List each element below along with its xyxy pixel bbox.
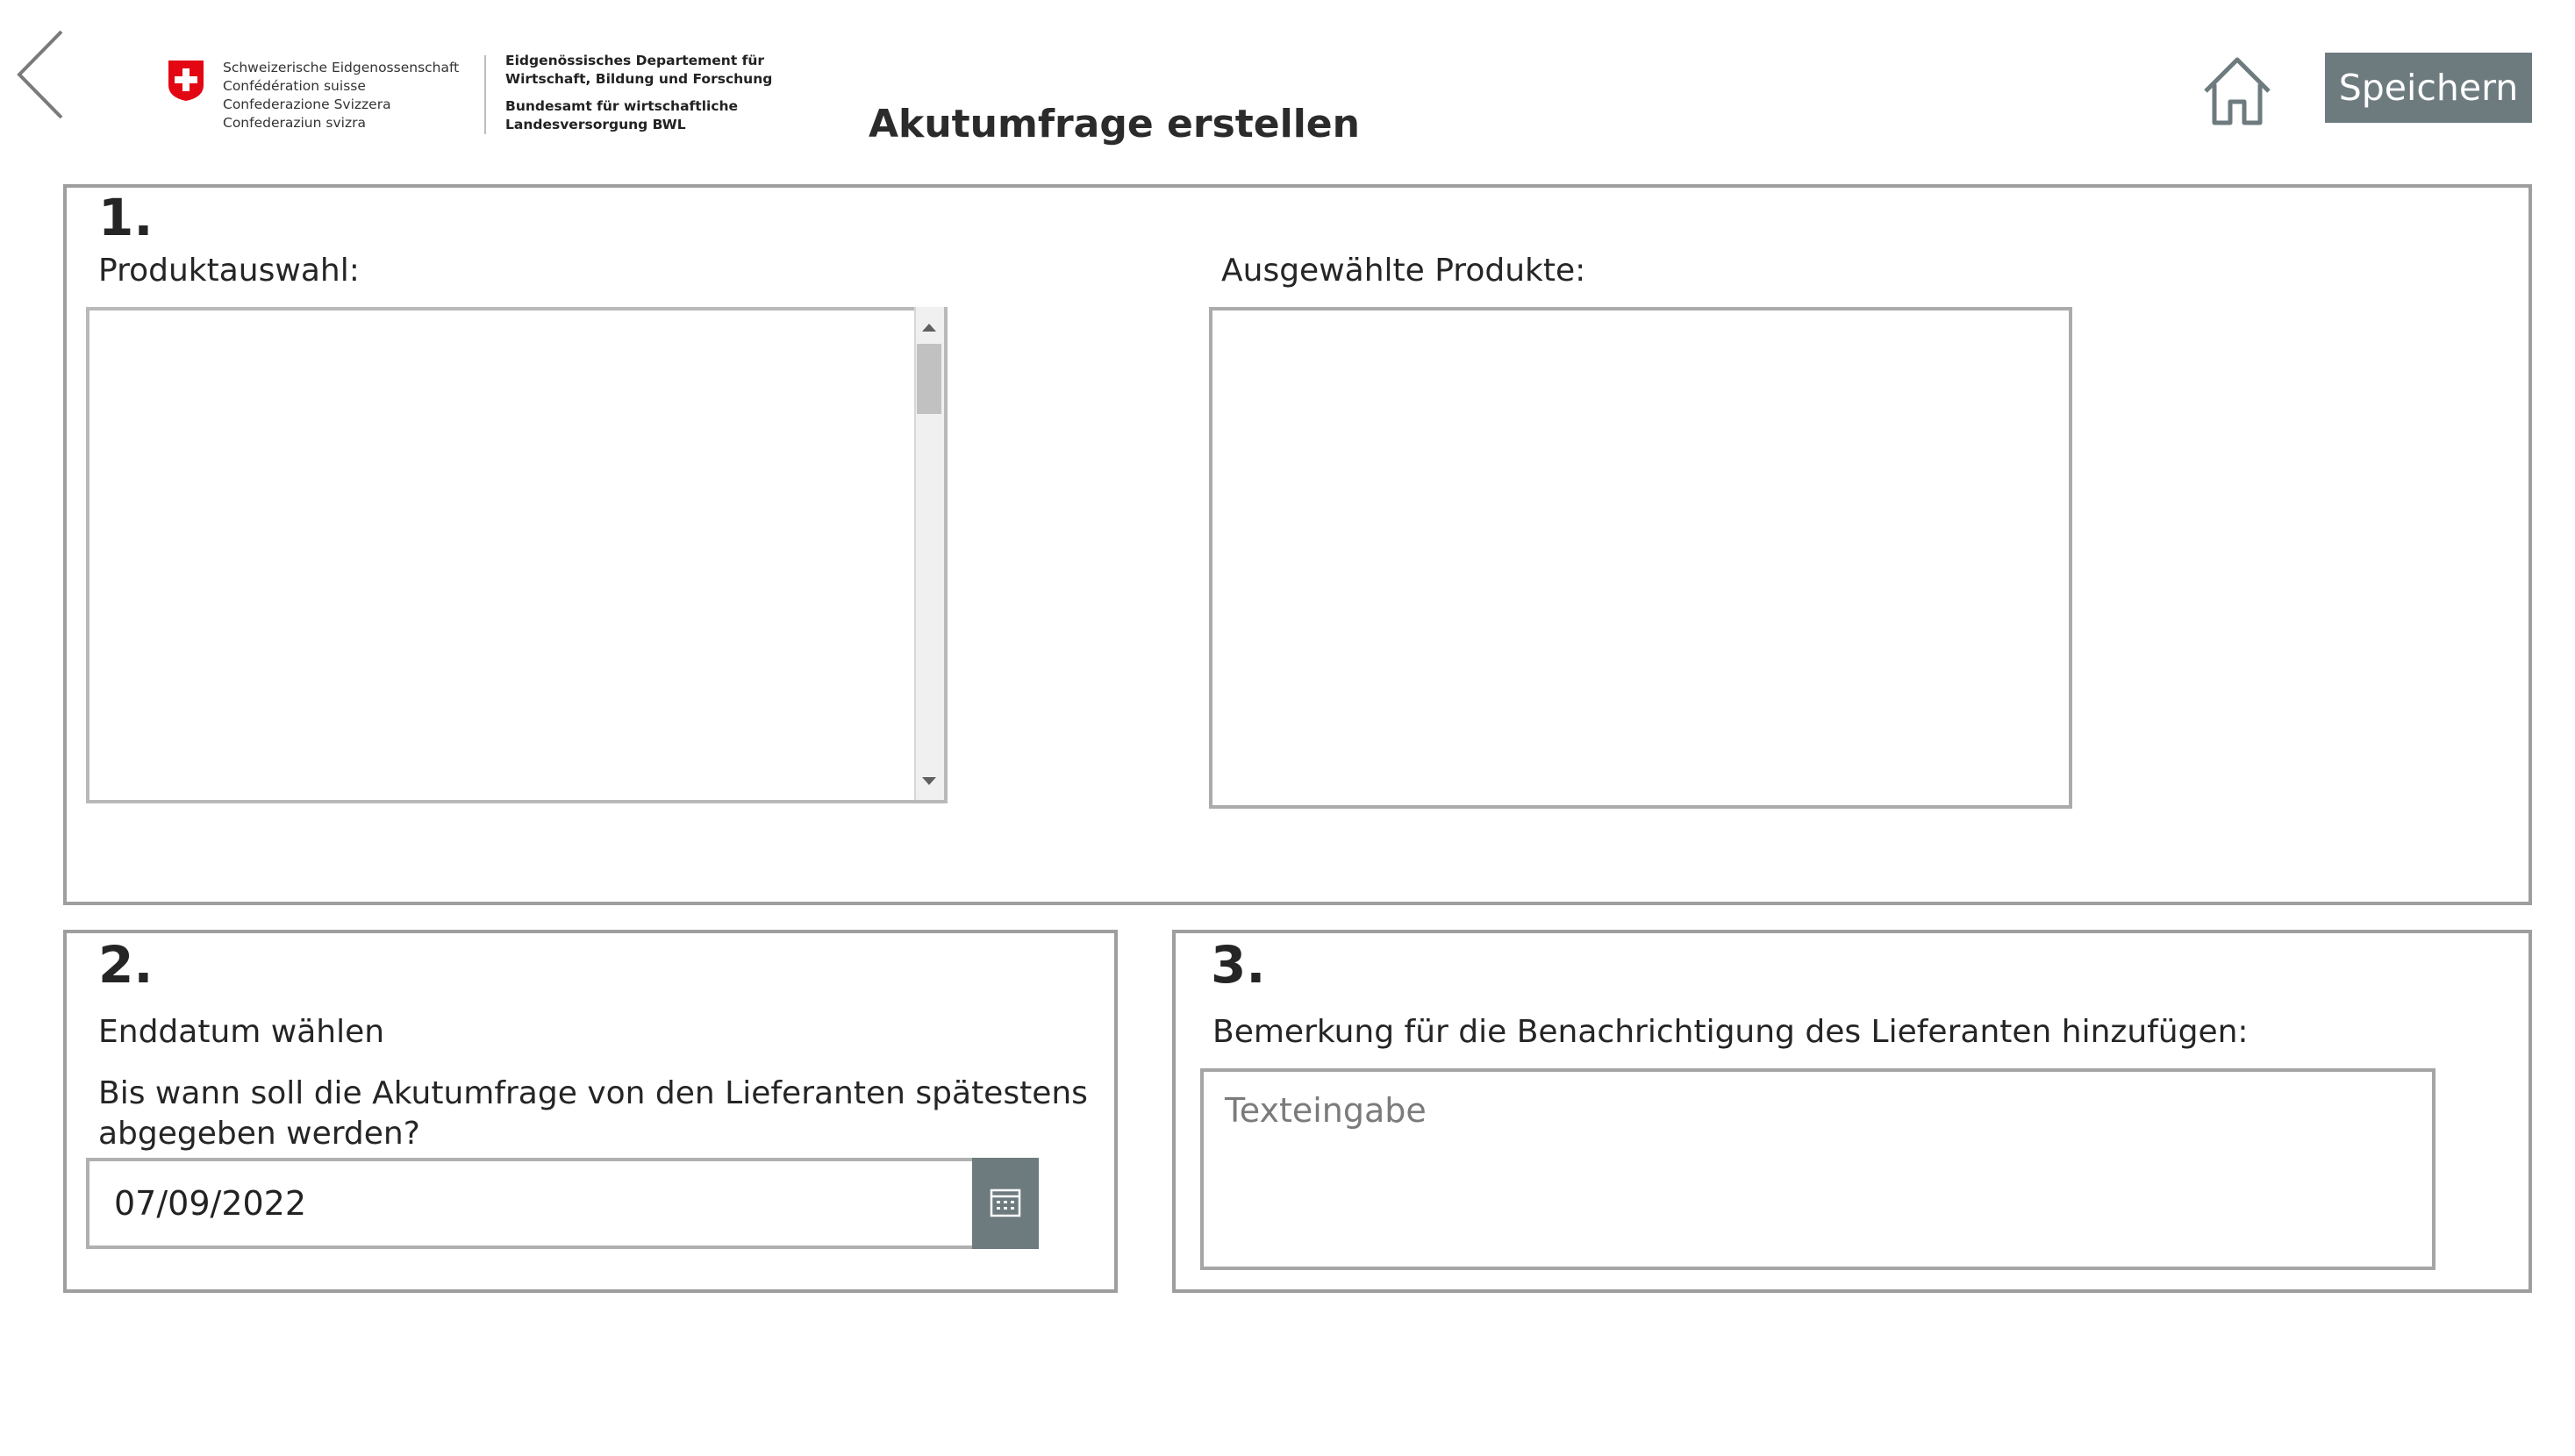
confederation-line-de: Schweizerische Eidgenossenschaft: [223, 60, 460, 75]
office-line-2: Landesversorgung BWL: [505, 117, 686, 132]
calendar-icon: [990, 1188, 1021, 1217]
scroll-up-arrow-icon[interactable]: [920, 321, 938, 333]
home-icon: [2204, 57, 2271, 125]
end-date-input[interactable]: 07/09/2022: [86, 1158, 976, 1249]
end-date-question: Bis wann soll die Akutumfrage von den Li…: [98, 1074, 1088, 1154]
department-line-2: Wirtschaft, Bildung und Forschung: [505, 71, 773, 87]
step-number-1: 1.: [98, 188, 154, 247]
home-button[interactable]: [2202, 54, 2272, 126]
page-title: Akutumfrage erstellen: [869, 102, 1360, 146]
selected-products-list[interactable]: [1209, 307, 2072, 809]
confederation-line-it: Confederazione Svizzera: [223, 96, 391, 112]
product-selection-list[interactable]: [86, 307, 948, 803]
end-date-question-line-2: abgegeben werden?: [98, 1116, 420, 1152]
save-button[interactable]: Speichern: [2325, 53, 2532, 123]
remark-text-input[interactable]: Texteingabe: [1200, 1068, 2436, 1270]
department-name: Eidgenössisches Departement für Wirtscha…: [505, 52, 772, 89]
federal-logo: Schweizerische Eidgenossenschaft Confédé…: [167, 48, 781, 145]
step-number-2: 2.: [98, 935, 154, 995]
remark-placeholder: Texteingabe: [1225, 1091, 1427, 1130]
confederation-name: Schweizerische Eidgenossenschaft Confédé…: [223, 59, 459, 132]
confederation-line-fr: Confédération suisse: [223, 78, 366, 94]
remark-heading: Bemerkung für die Benachrichtigung des L…: [1212, 1014, 2249, 1050]
chevron-left-icon: [17, 30, 63, 119]
step-number-3: 3.: [1211, 935, 1266, 995]
end-date-heading: Enddatum wählen: [98, 1014, 385, 1050]
selected-products-label: Ausgewählte Produkte:: [1221, 253, 1586, 289]
confederation-line-rm: Confederaziun svizra: [223, 115, 366, 131]
end-date-value: 07/09/2022: [114, 1184, 307, 1223]
office-line-1: Bundesamt für wirtschaftliche: [505, 98, 739, 114]
scroll-down-arrow-icon[interactable]: [920, 775, 938, 788]
scroll-thumb[interactable]: [917, 344, 941, 414]
date-picker-button[interactable]: [972, 1158, 1039, 1249]
back-button[interactable]: [12, 26, 74, 123]
end-date-question-line-1: Bis wann soll die Akutumfrage von den Li…: [98, 1075, 1088, 1111]
product-selection-label: Produktauswahl:: [98, 253, 360, 289]
logo-divider: [484, 55, 486, 134]
department-line-1: Eidgenössisches Departement für: [505, 53, 765, 68]
swiss-flag-icon: [168, 61, 204, 101]
office-name: Bundesamt für wirtschaftliche Landesvers…: [505, 97, 738, 134]
